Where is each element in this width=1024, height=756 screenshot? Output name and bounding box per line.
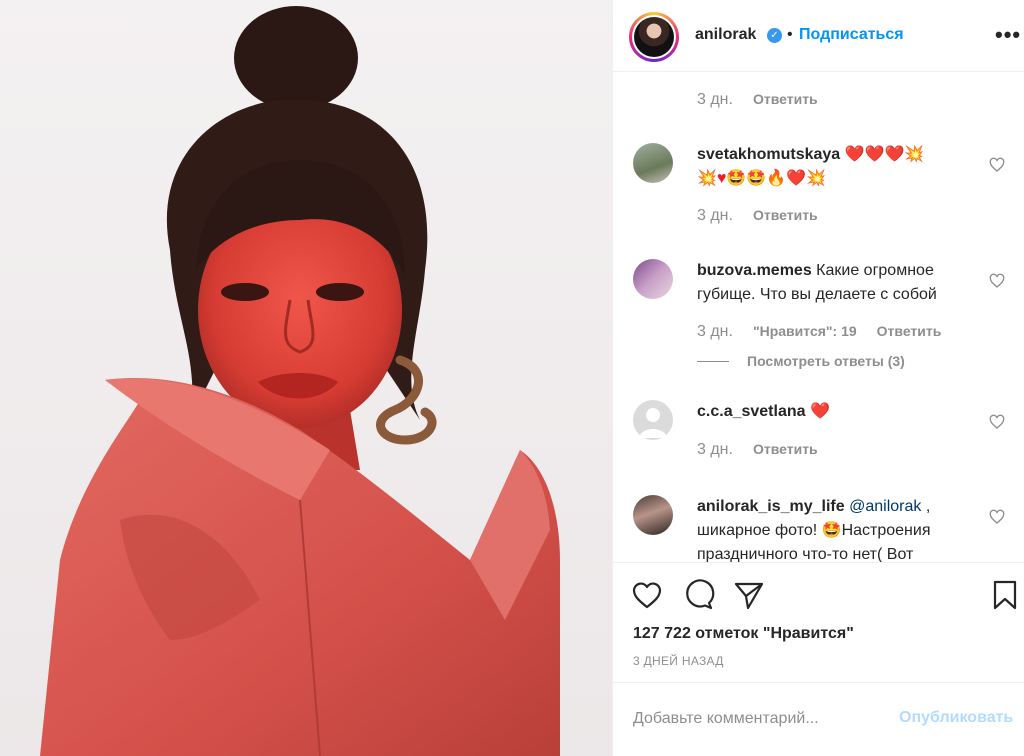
follow-button[interactable]: Подписаться (799, 26, 904, 44)
share-icon[interactable] (733, 579, 765, 611)
commenter-avatar[interactable] (633, 495, 673, 535)
comment-item: c.c.a_svetlana ❤️ 3 дн. Ответить (613, 399, 1024, 479)
reply-button[interactable]: Ответить (753, 91, 818, 107)
view-replies-label: Посмотреть ответы (3) (747, 353, 905, 369)
reply-button[interactable]: Ответить (877, 323, 942, 339)
comment-likes-count[interactable]: "Нравится": 19 (753, 323, 857, 339)
comment-item: svetakhomutskaya ❤️❤️❤️💥 💥♥🤩🤩🔥❤️💥 3 дн. … (613, 139, 1024, 239)
like-comment-heart-icon[interactable] (989, 414, 1005, 430)
comments-list[interactable]: 3 дн. Ответить svetakhomutskaya ❤️❤️❤️💥 … (613, 73, 1024, 562)
post-header: anilorak ✓ • Подписаться ••• (613, 0, 1024, 72)
post-actions: 127 722 отметок "Нравится" 3 ДНЕЙ НАЗАД (613, 562, 1024, 682)
comment-text: anilorak_is_my_life @anilorak , шикарное… (697, 495, 977, 562)
comment-time[interactable]: 3 дн. (697, 207, 733, 225)
comment-input[interactable] (633, 707, 893, 731)
post-date[interactable]: 3 ДНЕЙ НАЗАД (633, 654, 724, 668)
heart-icon[interactable] (631, 579, 663, 611)
post-photo[interactable] (0, 0, 612, 756)
like-comment-heart-icon[interactable] (989, 157, 1005, 173)
comment-text: c.c.a_svetlana ❤️ (697, 400, 977, 424)
comment-time[interactable]: 3 дн. (697, 323, 733, 341)
commenter-username[interactable]: buzova.memes (697, 262, 812, 279)
reply-button[interactable]: Ответить (753, 441, 818, 457)
commenter-avatar[interactable] (633, 259, 673, 299)
comment-emoji-line-2: 💥♥🤩🤩🔥❤️💥 (697, 170, 827, 187)
replies-divider (697, 360, 729, 362)
comment-item: anilorak_is_my_life @anilorak , шикарное… (613, 491, 1024, 562)
commenter-username[interactable]: c.c.a_svetlana (697, 403, 806, 420)
more-options-icon[interactable]: ••• (995, 22, 1021, 48)
default-avatar-icon (639, 408, 667, 438)
comment-item: buzova.memes Какие огромное губище. Что … (613, 255, 1024, 385)
commenter-username[interactable]: svetakhomutskaya (697, 146, 840, 163)
likes-count[interactable]: 127 722 отметок "Нравится" (633, 625, 854, 643)
author-avatar[interactable] (629, 12, 679, 62)
comment-time[interactable]: 3 дн. (697, 91, 733, 109)
comment-time[interactable]: 3 дн. (697, 441, 733, 459)
separator-dot: • (787, 26, 793, 43)
like-comment-heart-icon[interactable] (989, 273, 1005, 289)
commenter-avatar[interactable] (633, 143, 673, 183)
author-username[interactable]: anilorak (695, 26, 756, 44)
comment-mention-link[interactable]: @anilorak (849, 498, 921, 515)
post-side-panel: anilorak ✓ • Подписаться ••• 3 дн. Ответ… (612, 0, 1024, 756)
verified-badge-icon: ✓ (767, 28, 782, 43)
reply-button[interactable]: Ответить (753, 207, 818, 223)
comment-text: buzova.memes Какие огромное губище. Что … (697, 259, 977, 307)
portrait-illustration (0, 0, 612, 756)
comment-meta: 3 дн. Ответить (697, 441, 818, 459)
comment-meta: 3 дн. Ответить (697, 207, 818, 225)
bookmark-icon[interactable] (989, 579, 1021, 611)
comment-meta: 3 дн. "Нравится": 19 Ответить (697, 323, 941, 341)
comment-body: ❤️ (809, 403, 830, 420)
comment-text: svetakhomutskaya ❤️❤️❤️💥 💥♥🤩🤩🔥❤️💥 (697, 143, 977, 191)
commenter-avatar[interactable] (633, 400, 673, 440)
comment-item: 3 дн. Ответить (613, 73, 1024, 117)
comment-meta: 3 дн. Ответить (697, 91, 818, 109)
comment-icon[interactable] (683, 579, 715, 611)
add-comment-bar: Опубликовать (613, 682, 1024, 756)
publish-button[interactable]: Опубликовать (899, 709, 1013, 727)
commenter-username[interactable]: anilorak_is_my_life (697, 498, 845, 515)
comment-emoji-line-1: ❤️❤️❤️💥 (844, 146, 925, 163)
like-comment-heart-icon[interactable] (989, 509, 1005, 525)
view-replies-button[interactable]: Посмотреть ответы (3) (697, 353, 905, 369)
